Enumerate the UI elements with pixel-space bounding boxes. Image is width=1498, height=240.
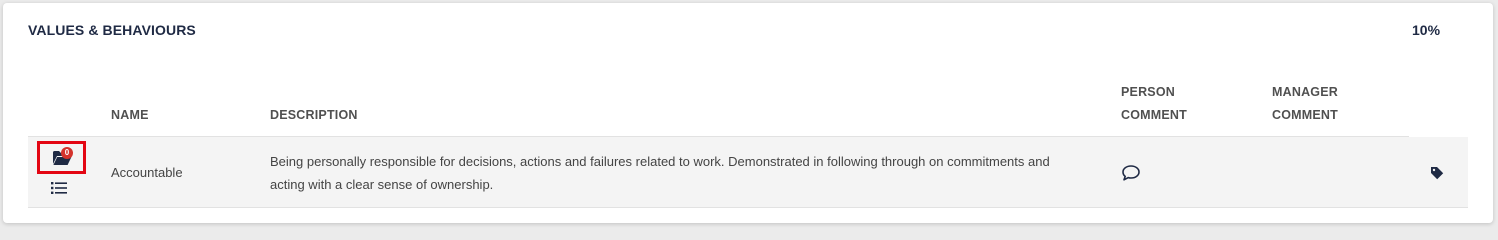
speech-bubble-icon[interactable] xyxy=(1121,164,1141,187)
attachment-count-badge: 0 xyxy=(61,147,73,159)
section-weight: 10% xyxy=(1412,22,1441,38)
list-icon[interactable] xyxy=(51,181,67,200)
section-title: VALUES & BEHAVIOURS xyxy=(28,22,196,38)
column-header-manager-comment: MANAGER COMMENT xyxy=(1272,85,1338,122)
row-description: Being personally responsible for decisio… xyxy=(270,154,1050,192)
attachments-button[interactable]: 0 xyxy=(37,141,86,174)
row-divider xyxy=(28,207,1468,208)
column-header-description: DESCRIPTION xyxy=(270,108,358,122)
column-header-person-comment: PERSON COMMENT xyxy=(1121,85,1187,122)
row-name: Accountable xyxy=(111,165,183,180)
tag-icon[interactable] xyxy=(1430,166,1444,185)
column-header-name: NAME xyxy=(111,108,149,122)
